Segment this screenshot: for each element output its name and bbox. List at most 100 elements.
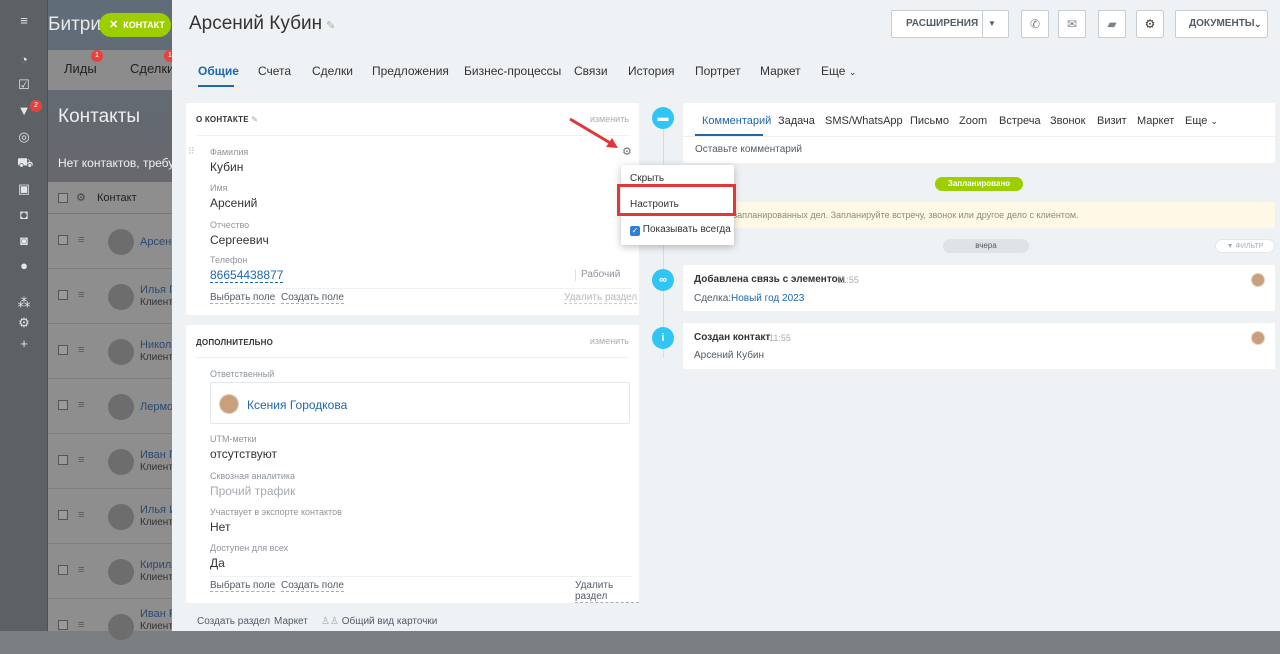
create-field-link[interactable]: Создать поле [281, 292, 344, 304]
list-item[interactable]: ≡ Лермон [48, 380, 176, 434]
contact-name[interactable]: Никола [140, 339, 176, 351]
row-menu-icon[interactable]: ≡ [78, 454, 84, 466]
delete-section-link[interactable]: Удалить раздел [575, 580, 639, 603]
common-view-link[interactable]: ♙♙ Общий вид карточки [321, 616, 437, 627]
row-checkbox[interactable] [58, 455, 68, 465]
tab-more[interactable]: Еще ⌄ [821, 64, 856, 78]
row-checkbox[interactable] [58, 235, 68, 245]
sitemap-icon[interactable]: ⁂ [17, 296, 31, 310]
box-icon[interactable]: ◙ [17, 234, 31, 248]
drag-handle-icon[interactable]: ⠿ [188, 146, 195, 157]
tab-market[interactable]: Маркет [760, 64, 801, 78]
row-menu-icon[interactable]: ≡ [78, 619, 84, 631]
field-value-patronymic[interactable]: Сергеевич [210, 233, 269, 247]
list-item[interactable]: ≡ Арсени [48, 215, 176, 269]
tab-history[interactable]: История [628, 64, 675, 78]
contact-name[interactable]: Илья И [140, 504, 176, 516]
plus-icon[interactable]: + [17, 337, 31, 351]
tab-links[interactable]: Связи [574, 64, 608, 78]
delete-section-link[interactable]: Удалить раздел [564, 292, 638, 304]
tab-comment[interactable]: Комментарий [702, 115, 771, 127]
tab-bizproc[interactable]: Бизнес-процессы [464, 64, 561, 78]
deal-link[interactable]: Новый год 2023 [731, 293, 804, 304]
select-all-checkbox[interactable] [58, 193, 68, 203]
comment-input[interactable]: Оставьте комментарий [695, 144, 802, 155]
tab-invoices[interactable]: Счета [258, 64, 291, 78]
extensions-button[interactable]: РАСШИРЕНИЯ ▼ [891, 10, 1009, 38]
menu-item-hide[interactable]: Скрыть [630, 173, 664, 184]
circle-icon[interactable]: ● [17, 259, 31, 273]
field-value-firstname[interactable]: Арсений [210, 196, 257, 210]
pencil-icon[interactable]: ✎ [251, 115, 258, 124]
row-menu-icon[interactable]: ≡ [78, 289, 84, 301]
tab-deals[interactable]: Сделки [312, 64, 353, 78]
tab-visit[interactable]: Визит [1097, 115, 1127, 127]
row-checkbox[interactable] [58, 510, 68, 520]
tab-leads[interactable]: Лиды [64, 61, 97, 76]
call-button[interactable]: ✆ [1021, 10, 1049, 38]
field-value-lastname[interactable]: Кубин [210, 160, 243, 174]
documents-button[interactable]: ДОКУМЕНТЫ ⌄ [1175, 10, 1268, 38]
edit-title-icon[interactable]: ✎ [326, 19, 335, 32]
list-item[interactable]: ≡ Илья П Клиент [48, 270, 176, 324]
tab-portrait[interactable]: Портрет [695, 64, 741, 78]
filter-button[interactable]: ▼ ФИЛЬТР [1215, 239, 1275, 253]
chat-button[interactable]: ▰ [1098, 10, 1126, 38]
responsible-name[interactable]: Ксения Городкова [247, 398, 347, 412]
list-item[interactable]: ≡ Никола Клиент [48, 325, 176, 379]
row-checkbox[interactable] [58, 345, 68, 355]
tab-deals[interactable]: Сделки [130, 61, 174, 76]
list-item[interactable]: ≡ Илья И Клиент [48, 490, 176, 544]
row-menu-icon[interactable]: ≡ [78, 564, 84, 576]
select-field-link[interactable]: Выбрать поле [210, 292, 276, 304]
responsible-box[interactable]: Ксения Городкова [210, 382, 630, 424]
contact-name[interactable]: Иван Р [140, 608, 176, 620]
close-slider-button[interactable]: ✕ КОНТАКТ [99, 13, 171, 37]
create-section-link[interactable]: Создать раздел [197, 616, 270, 627]
list-item[interactable]: ≡ Иван Г Клиент [48, 435, 176, 489]
tab-task[interactable]: Задача [778, 115, 815, 127]
contact-name[interactable]: Лермон [140, 401, 176, 413]
row-checkbox[interactable] [58, 620, 68, 630]
chevron-down-icon[interactable]: ▼ [988, 11, 996, 37]
row-menu-icon[interactable]: ≡ [78, 509, 84, 521]
contact-name[interactable]: Кирилл [140, 559, 176, 571]
contact-name[interactable]: Арсени [140, 236, 176, 248]
analytics-icon[interactable]: ◎ [17, 130, 31, 144]
list-item[interactable]: ≡ Иван Р Клиент [48, 600, 176, 654]
tasks-icon[interactable]: ☑ [17, 78, 31, 92]
checkbox-checked-icon[interactable]: ✓ [630, 226, 640, 236]
gear-small-icon[interactable]: ⚙ [17, 316, 31, 330]
email-button[interactable]: ✉ [1058, 10, 1086, 38]
tab-zoom[interactable]: Zoom [959, 115, 987, 127]
additional-edit-link[interactable]: изменить [590, 336, 629, 346]
list-item[interactable]: ≡ Кирилл Клиент [48, 545, 176, 599]
settings-button[interactable]: ⚙ [1136, 10, 1164, 38]
tab-email[interactable]: Письмо [910, 115, 949, 127]
tab-market[interactable]: Маркет [1137, 115, 1174, 127]
create-field-link[interactable]: Создать поле [281, 580, 344, 592]
robot-icon[interactable]: ◘ [17, 208, 31, 222]
contacts-card-icon[interactable]: ▣ [17, 182, 31, 196]
tab-general[interactable]: Общие [198, 64, 239, 78]
tab-quotes[interactable]: Предложения [372, 64, 449, 78]
row-menu-icon[interactable]: ≡ [78, 234, 84, 246]
contact-name[interactable]: Иван Г [140, 449, 176, 461]
market-link[interactable]: Маркет [274, 616, 308, 627]
gear-icon[interactable]: ⚙ [76, 191, 86, 204]
contact-name[interactable]: Илья П [140, 284, 176, 296]
funnel-icon[interactable]: ◔ [17, 53, 31, 67]
row-checkbox[interactable] [58, 290, 68, 300]
tab-meeting[interactable]: Встреча [999, 115, 1041, 127]
phone-link[interactable]: 86654438877 [210, 268, 284, 283]
tab-sms[interactable]: SMS/WhatsApp [825, 115, 903, 127]
hamburger-icon[interactable]: ≡ [17, 14, 31, 28]
tab-more[interactable]: Еще ⌄ [1185, 115, 1218, 127]
row-checkbox[interactable] [58, 565, 68, 575]
cart-icon[interactable]: ⛟ [17, 156, 33, 170]
tab-call[interactable]: Звонок [1050, 115, 1086, 127]
select-field-link[interactable]: Выбрать поле [210, 580, 276, 592]
menu-item-show-always[interactable]: ✓ Показывать всегда [630, 224, 731, 236]
row-menu-icon[interactable]: ≡ [78, 344, 84, 356]
row-menu-icon[interactable]: ≡ [78, 399, 84, 411]
